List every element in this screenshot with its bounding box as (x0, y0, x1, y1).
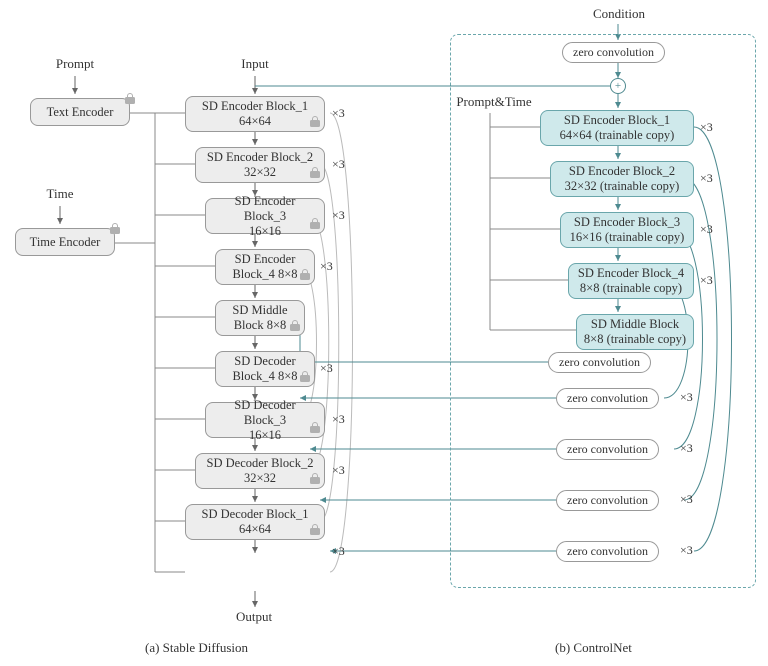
lock-icon (110, 223, 120, 234)
sd-enc3-l1: SD Encoder Block_3 (212, 194, 318, 224)
lock-icon (310, 422, 320, 433)
cn-mid-l1: SD Middle Block (591, 317, 679, 332)
sd-dec2-l1: SD Decoder Block_2 (207, 456, 314, 471)
mult-enc1: ×3 (332, 106, 345, 121)
cn-enc3-l1: SD Encoder Block_3 (574, 215, 680, 230)
sd-dec1: SD Decoder Block_1 64×64 (185, 504, 325, 540)
text-encoder-label: Text Encoder (47, 105, 114, 120)
sd-enc2-l1: SD Encoder Block_2 (207, 150, 313, 165)
cn-enc1-l2: 64×64 (trainable copy) (560, 128, 675, 143)
mult-enc4: ×3 (320, 259, 333, 274)
mult-dec4: ×3 (320, 361, 333, 376)
sd-dec4: SD Decoder Block_4 8×8 (215, 351, 315, 387)
mult-dec1: ×3 (332, 544, 345, 559)
lock-icon (290, 320, 300, 331)
sd-enc2: SD Encoder Block_2 32×32 (195, 147, 325, 183)
caption-a: (a) Stable Diffusion (145, 640, 248, 656)
sd-dec1-l2: 64×64 (239, 522, 271, 537)
cn-mult-enc1: ×3 (700, 120, 713, 135)
sd-enc4-l1: SD Encoder (235, 252, 296, 267)
cn-zeroconv-2: zero convolution (556, 490, 659, 511)
sd-dec4-l1: SD Decoder (234, 354, 295, 369)
lock-icon (310, 473, 320, 484)
mult-dec3: ×3 (332, 412, 345, 427)
mult-enc3: ×3 (332, 208, 345, 223)
sd-mid: SD Middle Block 8×8 (215, 300, 305, 336)
cn-enc4-l1: SD Encoder Block_4 (578, 266, 684, 281)
cn-mult-z3: ×3 (680, 441, 693, 456)
cn-mult-z2: ×3 (680, 492, 693, 507)
sd-enc1-l1: SD Encoder Block_1 (202, 99, 308, 114)
cn-zeroconv-top: zero convolution (562, 42, 665, 63)
cn-mult-z4: ×3 (680, 390, 693, 405)
sd-dec4-l2: Block_4 8×8 (232, 369, 297, 384)
lock-icon (300, 371, 310, 382)
cn-zeroconv-3: zero convolution (556, 439, 659, 460)
sd-mid-l2: Block 8×8 (234, 318, 287, 333)
sd-enc3: SD Encoder Block_3 16×16 (205, 198, 325, 234)
cn-enc2-l1: SD Encoder Block_2 (569, 164, 675, 179)
lock-icon (310, 218, 320, 229)
cn-zeroconv-mid: zero convolution (548, 352, 651, 373)
mult-enc2: ×3 (332, 157, 345, 172)
cn-mult-enc2: ×3 (700, 171, 713, 186)
time-label: Time (38, 186, 82, 202)
lock-icon (300, 269, 310, 280)
output-label: Output (226, 609, 282, 625)
sd-enc4-l2: Block_4 8×8 (232, 267, 297, 282)
cn-mult-z1: ×3 (680, 543, 693, 558)
sd-dec1-l1: SD Decoder Block_1 (202, 507, 309, 522)
lock-icon (310, 167, 320, 178)
cn-zeroconv-1: zero convolution (556, 541, 659, 562)
add-circle: + (610, 78, 626, 94)
sd-enc4: SD Encoder Block_4 8×8 (215, 249, 315, 285)
lock-icon (310, 116, 320, 127)
cn-mult-enc4: ×3 (700, 273, 713, 288)
sd-dec2: SD Decoder Block_2 32×32 (195, 453, 325, 489)
mult-dec2: ×3 (332, 463, 345, 478)
cn-mid-l2: 8×8 (trainable copy) (584, 332, 686, 347)
sd-enc1-l2: 64×64 (239, 114, 271, 129)
caption-b: (b) ControlNet (555, 640, 632, 656)
cn-mult-enc3: ×3 (700, 222, 713, 237)
sd-mid-l1: SD Middle (232, 303, 287, 318)
cn-enc4: SD Encoder Block_4 8×8 (trainable copy) (568, 263, 694, 299)
text-encoder-block: Text Encoder (30, 98, 130, 126)
time-encoder-block: Time Encoder (15, 228, 115, 256)
sd-dec3-l2: 16×16 (249, 428, 281, 443)
lock-icon (310, 524, 320, 535)
input-label: Input (230, 56, 280, 72)
cn-enc1-l1: SD Encoder Block_1 (564, 113, 670, 128)
cn-enc4-l2: 8×8 (trainable copy) (580, 281, 682, 296)
sd-dec3: SD Decoder Block_3 16×16 (205, 402, 325, 438)
time-encoder-label: Time Encoder (30, 235, 101, 250)
cn-enc2-l2: 32×32 (trainable copy) (565, 179, 680, 194)
sd-enc1: SD Encoder Block_1 64×64 (185, 96, 325, 132)
lock-icon (125, 93, 135, 104)
prompt-time-label: Prompt&Time (446, 94, 542, 110)
cn-enc3-l2: 16×16 (trainable copy) (570, 230, 685, 245)
cn-enc2: SD Encoder Block_2 32×32 (trainable copy… (550, 161, 694, 197)
cn-enc1: SD Encoder Block_1 64×64 (trainable copy… (540, 110, 694, 146)
prompt-label: Prompt (48, 56, 102, 72)
sd-enc3-l2: 16×16 (249, 224, 281, 239)
sd-enc2-l2: 32×32 (244, 165, 276, 180)
cn-enc3: SD Encoder Block_3 16×16 (trainable copy… (560, 212, 694, 248)
sd-dec3-l1: SD Decoder Block_3 (212, 398, 318, 428)
condition-label: Condition (584, 6, 654, 22)
sd-dec2-l2: 32×32 (244, 471, 276, 486)
cn-zeroconv-4: zero convolution (556, 388, 659, 409)
cn-mid: SD Middle Block 8×8 (trainable copy) (576, 314, 694, 350)
